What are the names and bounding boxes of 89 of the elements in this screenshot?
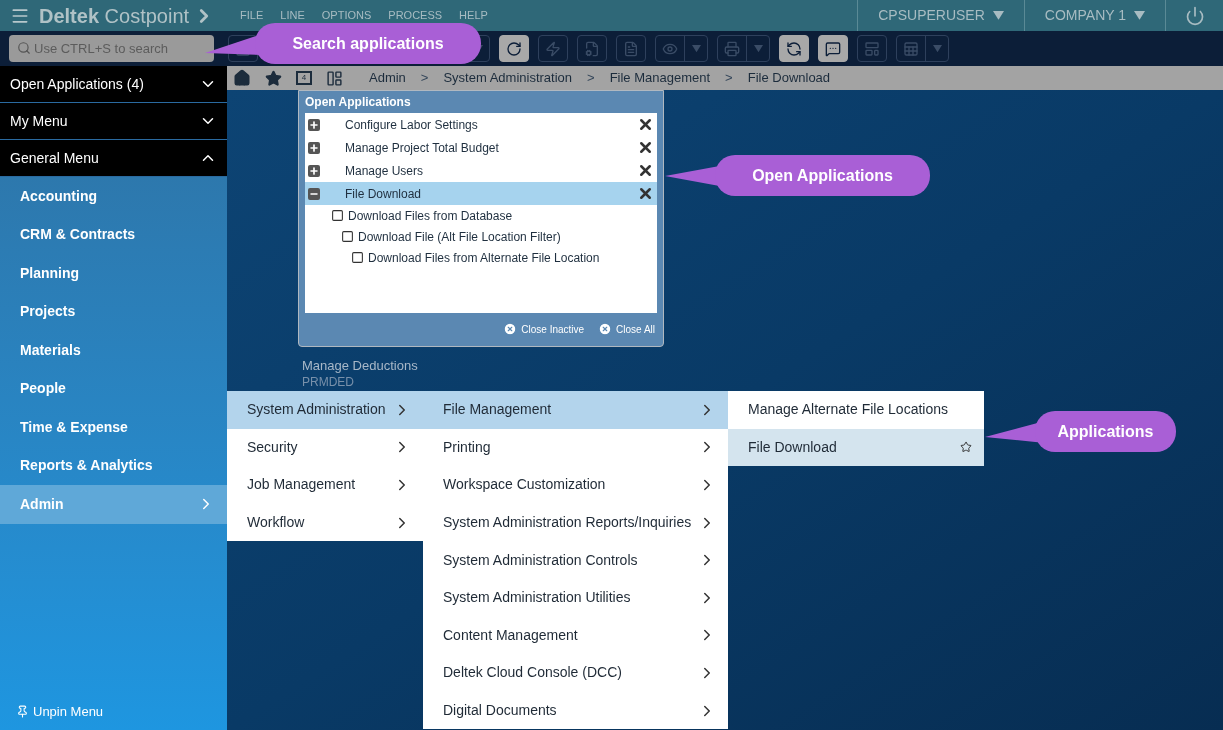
expand-icon[interactable] bbox=[308, 164, 320, 177]
panel-title: Open Applications bbox=[305, 94, 412, 111]
refresh-icon bbox=[506, 40, 522, 57]
breadcrumb-separator: > bbox=[725, 69, 733, 88]
collapse-icon[interactable] bbox=[308, 187, 320, 200]
caret-icon bbox=[992, 11, 1004, 20]
tree-item[interactable]: Download Files from Database bbox=[348, 206, 513, 225]
menu-item[interactable]: Workspace Customization bbox=[423, 466, 728, 504]
pin-icon bbox=[16, 704, 29, 718]
toolbar-button[interactable] bbox=[779, 35, 809, 62]
home-icon[interactable] bbox=[233, 69, 251, 87]
menu-item[interactable]: Manage Alternate File Locations bbox=[728, 391, 984, 429]
sidebar-item[interactable]: CRM & Contracts bbox=[0, 215, 227, 254]
window-icon bbox=[331, 209, 344, 222]
brand-logo: Deltek Costpoint bbox=[39, 3, 190, 29]
power-icon bbox=[1184, 5, 1205, 26]
sidebar-item[interactable]: Accounting bbox=[0, 177, 227, 216]
star-icon[interactable] bbox=[265, 69, 282, 87]
open-app-row[interactable]: File Download bbox=[305, 182, 657, 205]
breadcrumb-separator: > bbox=[420, 69, 429, 88]
toolbar-button[interactable] bbox=[818, 35, 848, 62]
breadcrumb-link[interactable]: Admin bbox=[369, 68, 406, 88]
open-app-name[interactable]: Configure Labor Settings bbox=[345, 115, 478, 134]
open-app-name[interactable]: File Download bbox=[345, 184, 422, 203]
breadcrumb-link[interactable]: File Download bbox=[747, 68, 831, 88]
breadcrumb-separator: > bbox=[587, 69, 595, 88]
window-icon bbox=[341, 230, 354, 243]
comment-icon bbox=[825, 40, 841, 57]
breadcrumb-link[interactable]: System Administration bbox=[443, 68, 573, 88]
menu-item[interactable]: Job Management bbox=[227, 466, 423, 504]
menu-item[interactable]: File Management bbox=[423, 391, 728, 429]
menu-item[interactable]: Printing bbox=[423, 428, 728, 467]
sidebar-item[interactable]: Materials bbox=[0, 331, 227, 370]
tree-item[interactable]: Download File (Alt File Location Filter) bbox=[358, 227, 561, 246]
star-icon[interactable] bbox=[960, 441, 972, 454]
close-icon[interactable] bbox=[637, 185, 654, 202]
close-action-button[interactable]: Close Inactive bbox=[503, 321, 585, 337]
sidebar-item[interactable]: Reports & Analytics bbox=[0, 446, 227, 485]
close-action-button[interactable]: Close All bbox=[598, 321, 655, 337]
toolbar-button[interactable] bbox=[499, 35, 529, 62]
menu-item[interactable]: Workflow bbox=[227, 503, 423, 542]
printer-icon bbox=[724, 40, 740, 57]
open-app-row[interactable]: Manage Project Total Budget bbox=[305, 136, 657, 159]
layout-icon bbox=[864, 40, 880, 57]
menu-item[interactable]: Content Management bbox=[423, 616, 728, 655]
spreadsheet-icon bbox=[903, 40, 919, 57]
expand-icon[interactable] bbox=[308, 118, 320, 131]
sidebar-section[interactable]: Open Applications (4) bbox=[0, 66, 227, 103]
open-app-row[interactable]: Configure Labor Settings bbox=[305, 113, 657, 136]
sidebar-section[interactable]: My Menu bbox=[0, 103, 227, 140]
caret-icon bbox=[753, 44, 763, 53]
open-app-name[interactable]: Manage Project Total Budget bbox=[345, 138, 499, 157]
sidebar-item[interactable]: People bbox=[0, 369, 227, 408]
close-icon[interactable] bbox=[637, 162, 654, 179]
caret-icon bbox=[1134, 11, 1145, 20]
document-gear-icon bbox=[584, 40, 600, 57]
app-tile-title: Manage Deductions bbox=[302, 358, 419, 374]
menu-item[interactable]: System Administration Controls bbox=[423, 541, 728, 579]
window-icon bbox=[351, 251, 364, 264]
open-app-row[interactable]: Manage Users bbox=[305, 159, 657, 182]
tree-item[interactable]: Download Files from Alternate File Location bbox=[368, 248, 600, 267]
caret-icon bbox=[691, 44, 701, 53]
search-field[interactable]: Use CTRL+S to search bbox=[9, 35, 214, 62]
close-icon[interactable] bbox=[637, 139, 654, 156]
close-circle-icon bbox=[503, 322, 518, 336]
menu-item[interactable]: Digital Documents bbox=[423, 691, 728, 730]
app-tile-code: PRMDED bbox=[302, 374, 355, 390]
sidebar-item[interactable]: Time & Expense bbox=[0, 408, 227, 447]
menu-item[interactable]: System Administration Utilities bbox=[423, 578, 728, 617]
search-icon bbox=[17, 41, 31, 55]
sidebar-item[interactable]: Planning bbox=[0, 254, 227, 293]
menu-item[interactable]: Deltek Cloud Console (DCC) bbox=[423, 654, 728, 692]
expand-icon[interactable] bbox=[308, 141, 320, 154]
caret-icon bbox=[932, 44, 942, 53]
close-icon[interactable] bbox=[637, 116, 654, 133]
menu-item[interactable]: System Administration bbox=[227, 391, 423, 429]
layout-icon[interactable] bbox=[326, 69, 343, 87]
menu-item[interactable]: System Administration Reports/Inquiries bbox=[423, 503, 728, 542]
sync-icon bbox=[786, 40, 802, 57]
sidebar-section[interactable]: General Menu bbox=[0, 140, 227, 177]
close-circle-icon bbox=[598, 322, 613, 336]
lightning-icon bbox=[545, 40, 561, 57]
menu-item[interactable]: Security bbox=[227, 428, 423, 467]
breadcrumb-link[interactable]: File Management bbox=[609, 68, 711, 88]
menu-item[interactable]: File Download bbox=[728, 428, 984, 467]
sidebar-item[interactable]: Projects bbox=[0, 292, 227, 331]
calendar-day[interactable]: 4 bbox=[296, 71, 312, 85]
document-icon bbox=[623, 40, 639, 57]
open-app-name[interactable]: Manage Users bbox=[345, 161, 424, 180]
